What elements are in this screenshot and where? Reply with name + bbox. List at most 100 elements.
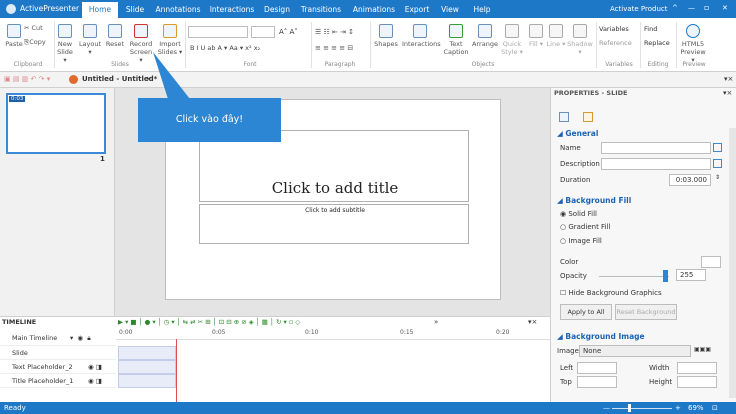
shapes-button[interactable]: Shapes [372,24,400,48]
maximize-icon[interactable]: ▫ [704,3,709,12]
apply-to-all-button[interactable]: Apply to All [560,304,612,320]
opacity-label: Opacity [560,272,587,280]
timeline-row-title-placeholder-1[interactable]: Title Placeholder_1 ◉ ◨ [0,374,116,388]
variables-button[interactable]: Variables [599,25,629,33]
tab-animations[interactable]: Animations [348,2,400,18]
panel-menu-icon[interactable]: ▾× [724,75,733,83]
tab-help[interactable]: Help [468,2,496,18]
left-input[interactable] [577,362,617,374]
tick-15: 0:15 [400,329,414,336]
image-browse-icons[interactable]: ▣▣▣ [694,346,711,353]
timeline-toolbar[interactable]: ▶ ▾ ■ │ ● ▾ │ ◷ ▾ │ ⇆ ⇄ ✂ ⊞ │ ⊡ ⊟ ⊕ ⊘ ◈ … [118,318,300,326]
subtitle-placeholder[interactable]: Click to add subtitle [199,204,469,244]
timeline-row-slide[interactable]: Slide [0,346,116,360]
timeline-zoom-icon[interactable]: » [434,318,438,326]
layout-button[interactable]: Layout ▾ [78,24,102,56]
duration-spinner-icon[interactable]: ⇕ [715,174,720,181]
quick-access-icons[interactable]: ▣ ▤ ▥ ↶ ↷ ▾ [4,75,50,83]
opacity-slider-thumb[interactable] [663,270,668,282]
font-size-select[interactable] [251,26,275,38]
cut-button[interactable]: ✂ Cut [24,24,48,32]
find-button[interactable]: Find [644,25,657,33]
fill-icon [529,24,543,38]
slide-track-bar[interactable] [118,346,176,360]
tab-design[interactable]: Design [260,2,294,18]
opacity-slider-track[interactable] [599,276,669,277]
quick-style-button[interactable]: Quick Style ▾ [500,24,524,56]
tick-5: 0:05 [212,329,226,336]
paragraph-list-tools[interactable]: ☰ ☷ ⇤ ⇥ ↕ [315,28,354,36]
zoom-in-icon[interactable]: + [675,402,681,414]
edit-description-icon[interactable] [713,159,722,168]
paste-button[interactable]: Paste [4,24,24,48]
font-family-select[interactable] [188,26,248,38]
tab-export[interactable]: Export [402,2,432,18]
width-input[interactable] [677,362,717,374]
interactions-button[interactable]: Interactions [402,24,441,48]
paragraph-align-tools[interactable]: ≡ ≡ ≡ ≡ ⊟ [315,44,353,52]
fit-screen-icon[interactable]: ⊡ [712,402,718,414]
tab-home[interactable]: Home [82,2,118,18]
section-general[interactable]: ◢ General [557,129,598,138]
timeline-pin-icon[interactable]: ▾× [528,318,537,326]
hide-background-checkbox[interactable]: ☐ Hide Background Graphics [560,289,662,297]
properties-tab-icon[interactable] [559,112,569,122]
description-input[interactable] [601,158,711,170]
image-fill-radio[interactable]: ○ Image Fill [560,237,602,245]
title-bar: ActivePresenter Home Slide Annotations I… [0,0,736,18]
height-input[interactable] [677,376,717,388]
timeline-row-main[interactable]: Main Timeline ▾ ◉ 🔒︎ [0,330,116,346]
zoom-slider-thumb[interactable] [628,404,631,412]
new-slide-button[interactable]: New Slide ▾ [55,24,75,64]
activate-product-link[interactable]: Activate Product [610,5,668,13]
fill-button[interactable]: Fill ▾ [526,24,546,48]
close-icon[interactable]: ✕ [722,4,728,12]
tab-view[interactable]: View [436,2,464,18]
text-placeholder-track-bar[interactable] [118,360,176,374]
text-caption-button[interactable]: Text Caption [442,24,470,56]
html5-preview-button[interactable]: HTML5 Preview ▾ [678,24,708,64]
minimize-icon[interactable]: — [688,4,695,12]
reference-button[interactable]: Reference [599,39,632,47]
reset-background-button[interactable]: Reset Background [615,304,677,320]
section-background-image[interactable]: ◢ Background Image [557,332,645,341]
tick-0: 0:00 [119,329,133,336]
replace-button[interactable]: Replace [644,39,670,47]
image-input[interactable]: None [579,345,691,357]
timeline-end-marker[interactable] [176,339,177,403]
color-picker[interactable] [701,256,721,268]
tab-interactions[interactable]: Interactions [206,2,258,18]
zoom-slider-track[interactable] [612,408,672,409]
gradient-fill-radio[interactable]: ○ Gradient Fill [560,223,610,231]
properties-scrollbar[interactable] [729,128,736,398]
group-label-paragraph: Paragraph [324,61,356,68]
copy-button[interactable]: ⎘Copy [24,38,52,46]
opacity-input[interactable]: 255 [676,269,706,281]
tab-annotations[interactable]: Annotations [152,2,204,18]
shadow-button[interactable]: Shadow ▾ [566,24,594,56]
solid-fill-radio[interactable]: ◉ Solid Fill [560,210,597,218]
name-input[interactable] [601,142,711,154]
tick-20: 0:20 [496,329,510,336]
title-placeholder-track-bar[interactable] [118,374,176,388]
edit-name-icon[interactable] [713,143,722,152]
font-format-tools[interactable]: B I U ab A ▾ Aa ▾ x² x₂ [190,44,260,52]
grow-font-icon[interactable]: A˄ A˅ [279,28,298,36]
properties-tab-media-icon[interactable] [583,112,593,122]
top-input[interactable] [577,376,617,388]
line-button[interactable]: Line ▾ [546,24,566,48]
top-label: Top [560,378,572,386]
timeline-row-text-placeholder-2[interactable]: Text Placeholder_2 ◉ ◨ [0,360,116,374]
arrange-button[interactable]: Arrange [472,24,498,48]
group-label-variables: Variables [605,61,633,68]
tab-slide[interactable]: Slide [120,2,150,18]
tick-10: 0:10 [305,329,319,336]
properties-pin-icon[interactable]: ▾× [723,89,732,97]
tab-transitions[interactable]: Transitions [296,2,346,18]
section-background-fill[interactable]: ◢ Background Fill [557,196,631,205]
collapse-ribbon-icon[interactable]: ^ [672,4,678,12]
zoom-out-icon[interactable]: — [603,402,610,414]
slide-thumbnail[interactable]: 0:03 [6,93,106,154]
reset-button[interactable]: Reset [104,24,126,48]
duration-input[interactable]: 0:03.000 [669,174,711,186]
